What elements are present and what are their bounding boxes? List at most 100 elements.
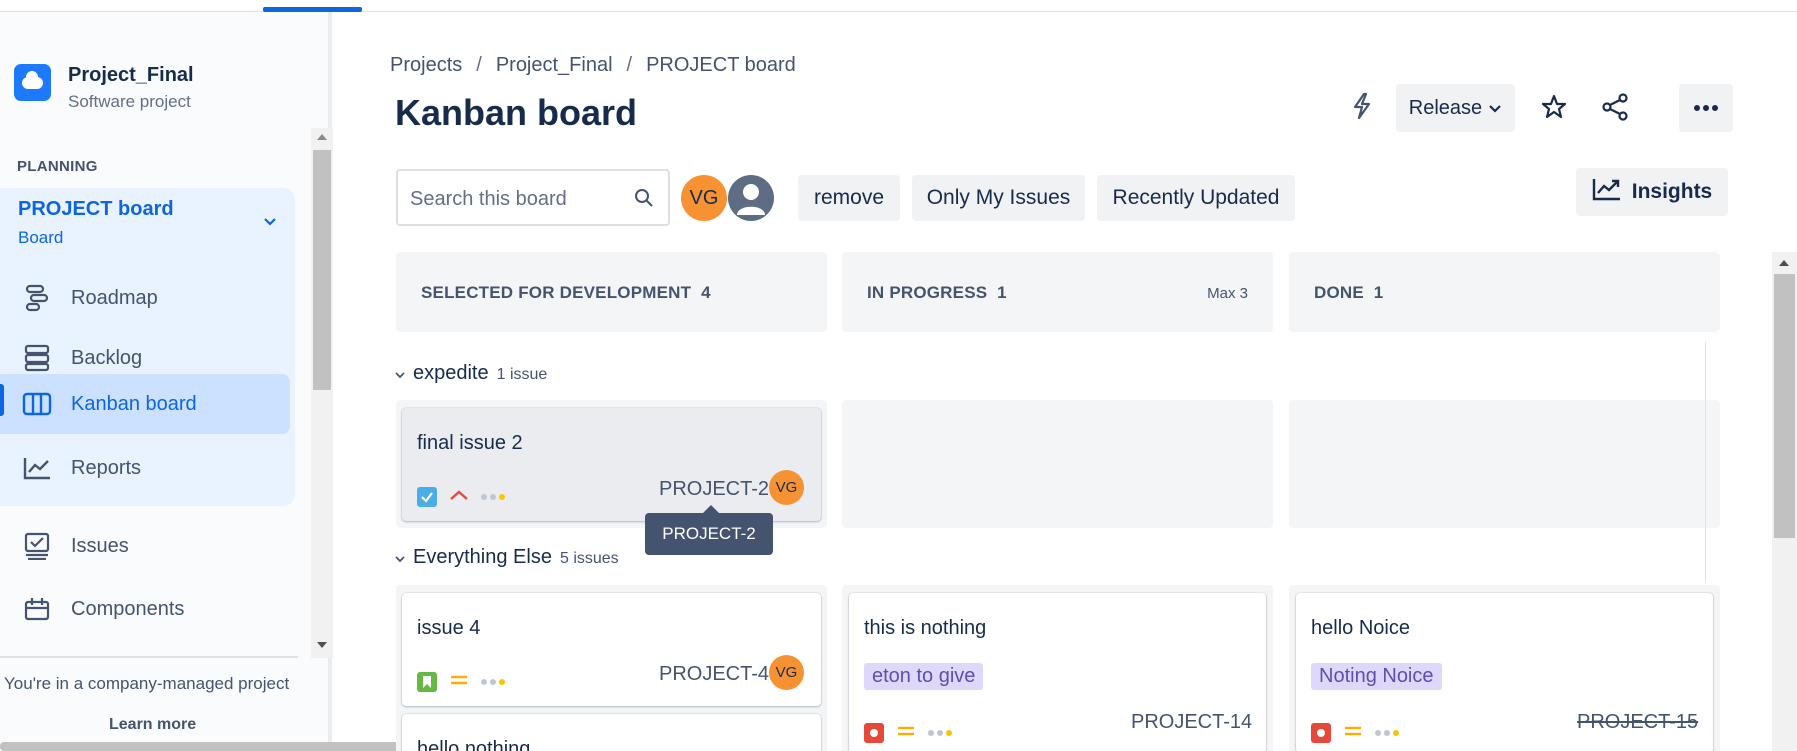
- scroll-down-arrow-icon[interactable]: [317, 642, 327, 648]
- project-header[interactable]: Project_Final Software project: [14, 54, 304, 111]
- board-selector-title: PROJECT board: [18, 198, 174, 220]
- horizontal-scrollbar-thumb[interactable]: [0, 742, 405, 751]
- card-label[interactable]: Noting Noice: [1311, 663, 1442, 690]
- card-summary: this is nothing: [864, 617, 987, 639]
- card-key[interactable]: PROJECT-15: [1577, 711, 1698, 734]
- lightning-icon: [1350, 92, 1374, 125]
- project-avatar-icon: [14, 64, 51, 101]
- column-wip-limit: Max 3: [1207, 285, 1248, 302]
- swimlane-header-expedite[interactable]: expedite 1 issue: [395, 362, 547, 385]
- sidebar-scrollbar[interactable]: [311, 128, 333, 658]
- filter-recently-updated-button[interactable]: Recently Updated: [1097, 175, 1295, 221]
- breadcrumb-separator: /: [626, 54, 633, 76]
- estimate-dots-icon: [481, 494, 505, 500]
- avatar-filter-unassigned[interactable]: [728, 175, 774, 221]
- chevron-down-icon: [395, 366, 405, 382]
- card-key[interactable]: PROJECT-2: [659, 478, 769, 501]
- search-icon: [634, 188, 654, 213]
- card-key[interactable]: PROJECT-4: [659, 663, 769, 686]
- release-label: Release: [1408, 96, 1483, 119]
- sidebar-item-label: Kanban board: [71, 392, 197, 415]
- breadcrumb-project[interactable]: Project_Final: [496, 54, 613, 77]
- card-assignee-avatar[interactable]: VG: [769, 470, 804, 505]
- issues-icon: [22, 531, 52, 561]
- learn-more-link[interactable]: Learn more: [109, 716, 196, 734]
- reports-icon: [22, 453, 52, 483]
- sidebar-item-label: Issues: [71, 534, 129, 557]
- scrollbar-thumb[interactable]: [313, 150, 331, 390]
- card-hello-nothing[interactable]: hello nothing: [402, 714, 821, 751]
- priority-high-icon: [449, 488, 469, 506]
- swimlane-name: expedite: [413, 362, 489, 384]
- insights-icon: [1592, 177, 1622, 207]
- swimlane-count: 5 issues: [559, 550, 619, 567]
- board-cell: [1289, 400, 1720, 528]
- star-button[interactable]: [1532, 87, 1576, 131]
- avatar-filter-vg[interactable]: VG: [681, 175, 727, 221]
- card-meta: [864, 723, 952, 743]
- sidebar-item-components[interactable]: Components: [0, 583, 290, 635]
- swimlane-count: 1 issue: [496, 366, 548, 383]
- components-icon: [22, 594, 52, 624]
- sidebar-divider: [0, 656, 298, 658]
- insights-button[interactable]: Insights: [1576, 168, 1728, 216]
- backlog-icon: [22, 343, 52, 373]
- column-title: IN PROGRESS 1: [867, 283, 1007, 302]
- swimlane-header-everything-else[interactable]: Everything Else 5 issues: [395, 546, 619, 569]
- card-this-is-nothing[interactable]: this is nothing eton to give PROJECT-14: [849, 593, 1266, 751]
- scrollbar-thumb[interactable]: [1774, 274, 1795, 538]
- automation-button[interactable]: [1340, 86, 1384, 130]
- card-label[interactable]: eton to give: [864, 663, 984, 690]
- company-managed-note: You're in a company-managed project: [4, 674, 290, 693]
- card-issue-4[interactable]: issue 4 PROJECT-4 VG: [402, 593, 821, 706]
- swimlane-name: Everything Else: [413, 546, 552, 568]
- sidebar-item-label: Components: [71, 597, 185, 620]
- chevron-down-icon: [263, 214, 277, 232]
- roadmap-icon: [22, 283, 52, 313]
- story-type-icon: [417, 672, 437, 692]
- card-final-issue-2[interactable]: final issue 2 PROJECT-2 VG: [402, 408, 821, 521]
- search-placeholder: Search this board: [410, 188, 567, 210]
- search-input[interactable]: Search this board: [396, 169, 670, 226]
- sidebar-item-kanban-board[interactable]: Kanban board: [0, 374, 290, 434]
- card-meta: [417, 672, 505, 692]
- star-icon: [1541, 94, 1567, 125]
- scroll-up-arrow-icon[interactable]: [1779, 260, 1789, 266]
- breadcrumb-board[interactable]: PROJECT board: [646, 54, 796, 77]
- estimate-dots-icon: [928, 730, 952, 736]
- sidebar-item-label: Roadmap: [71, 286, 158, 309]
- breadcrumb-separator: /: [476, 54, 482, 76]
- top-navigation-bar: [0, 0, 1797, 12]
- filter-only-my-issues-button[interactable]: Only My Issues: [912, 175, 1085, 221]
- card-summary: hello Noice: [1311, 617, 1410, 639]
- scroll-up-arrow-icon[interactable]: [317, 134, 327, 140]
- sidebar-item-roadmap[interactable]: Roadmap: [0, 272, 290, 324]
- user-icon: [737, 184, 765, 215]
- column-header-done: DONE 1: [1289, 252, 1720, 332]
- card-key[interactable]: PROJECT-14: [1131, 711, 1252, 734]
- breadcrumb-projects[interactable]: Projects: [390, 54, 462, 77]
- sidebar-item-issues[interactable]: Issues: [0, 520, 290, 572]
- sidebar-item-reports[interactable]: Reports: [0, 442, 290, 494]
- estimate-dots-icon: [481, 679, 505, 685]
- card-summary: issue 4: [417, 617, 481, 639]
- card-summary: final issue 2: [417, 432, 523, 454]
- priority-medium-icon: [896, 724, 916, 743]
- share-button[interactable]: [1593, 87, 1637, 131]
- board-cell: [842, 400, 1273, 528]
- card-summary: hello nothing: [417, 738, 531, 751]
- priority-medium-icon: [1343, 724, 1363, 743]
- share-icon: [1601, 92, 1629, 126]
- column-header-in-progress: IN PROGRESS 1 Max 3: [842, 252, 1273, 332]
- card-hello-noice[interactable]: hello Noice Noting Noice PROJECT-15: [1296, 593, 1713, 751]
- release-button[interactable]: Release: [1396, 84, 1515, 132]
- more-icon: [1693, 99, 1719, 117]
- board-scrollbar[interactable]: [1772, 252, 1797, 751]
- board-selector[interactable]: PROJECT board Board: [18, 198, 283, 252]
- estimate-dots-icon: [1375, 730, 1399, 736]
- more-actions-button[interactable]: [1679, 84, 1733, 132]
- card-assignee-avatar[interactable]: VG: [769, 655, 804, 690]
- insights-label: Insights: [1631, 180, 1713, 203]
- filter-remove-button[interactable]: remove: [798, 175, 900, 221]
- board-selector-subtitle: Board: [18, 228, 64, 247]
